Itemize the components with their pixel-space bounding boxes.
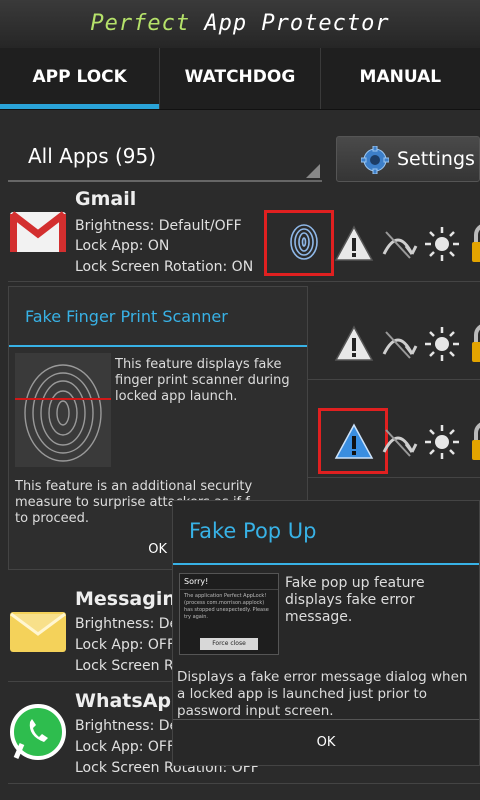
ok-button[interactable]: OK xyxy=(173,719,479,765)
app-filter-value: All Apps (95) xyxy=(28,144,157,168)
dropdown-arrow-icon xyxy=(306,164,320,178)
tab-watchdog[interactable]: WATCHDOG xyxy=(160,48,321,109)
app-rotation-status: Lock Screen Rotation: ON xyxy=(75,259,254,275)
gear-icon xyxy=(361,146,389,174)
app-row-gmail[interactable]: Gmail Brightness: Default/OFF Lock App: … xyxy=(8,186,480,282)
app-lock-status: Lock App: ON xyxy=(75,238,170,254)
fake-error-preview: Sorry! The application Perfect AppLock! … xyxy=(179,573,279,655)
rotation-lock-icon[interactable] xyxy=(378,324,418,364)
fingerprint-icon[interactable] xyxy=(284,222,324,262)
warning-blue-icon[interactable] xyxy=(334,422,374,462)
gmail-icon xyxy=(9,211,67,252)
messaging-icon xyxy=(10,612,66,652)
dialog-divider xyxy=(9,345,307,347)
app-brightness: Brightness: De xyxy=(75,616,179,632)
dialog-detail: Displays a fake error message dialog whe… xyxy=(177,669,468,719)
tab-app-lock[interactable]: APP LOCK xyxy=(0,48,161,109)
app-feature-icons xyxy=(278,284,480,380)
app-title-accent: Perfect xyxy=(90,11,191,36)
dialog-divider xyxy=(173,563,479,565)
lock-icon[interactable] xyxy=(466,224,480,264)
brightness-icon[interactable] xyxy=(422,224,462,264)
lock-icon[interactable] xyxy=(466,324,480,364)
app-name: WhatsApp xyxy=(75,690,185,712)
rotation-lock-icon[interactable] xyxy=(378,224,418,264)
fake-popup-dialog: Fake Pop Up Sorry! The application Perfe… xyxy=(172,500,480,766)
app-header: Perfect App Protector xyxy=(0,0,480,48)
app-feature-icons xyxy=(264,186,480,282)
lock-icon[interactable] xyxy=(466,422,480,462)
app-brightness: Brightness: Default/OFF xyxy=(75,218,242,234)
tab-bar: APP LOCK WATCHDOG MANUAL xyxy=(0,48,480,110)
preview-force-close-button: Force close xyxy=(200,638,258,650)
dialog-title: Fake Finger Print Scanner xyxy=(25,307,228,326)
app-lock-status: Lock App: OFF xyxy=(75,739,176,755)
tab-manual[interactable]: MANUAL xyxy=(321,48,480,109)
preview-title: Sorry! xyxy=(180,574,278,590)
settings-button[interactable]: Settings xyxy=(336,136,480,182)
rotation-lock-icon[interactable] xyxy=(378,422,418,462)
app-title-rest: App Protector xyxy=(190,11,390,36)
fingerprint-scanner-image xyxy=(15,353,111,467)
app-brightness: Brightness: De xyxy=(75,718,179,734)
filter-bar: All Apps (95) Settings xyxy=(0,136,480,186)
app-filter-dropdown[interactable]: All Apps (95) xyxy=(8,136,322,182)
whatsapp-icon xyxy=(10,704,66,760)
warning-icon[interactable] xyxy=(334,324,374,364)
dialog-title: Fake Pop Up xyxy=(189,519,317,543)
settings-label: Settings xyxy=(397,148,475,170)
brightness-icon[interactable] xyxy=(422,422,462,462)
dialog-description: Fake pop up feature displays fake error … xyxy=(285,575,425,625)
app-lock-status: Lock App: OFF xyxy=(75,637,176,653)
app-feature-icons xyxy=(278,382,480,478)
app-title: Perfect App Protector xyxy=(90,11,389,36)
brightness-icon[interactable] xyxy=(422,324,462,364)
dialog-description: This feature displays fake finger print … xyxy=(115,357,290,404)
app-rotation-status: Lock Screen Ro xyxy=(75,658,182,674)
app-name: Gmail xyxy=(75,188,137,210)
warning-icon[interactable] xyxy=(334,224,374,264)
preview-message: The application Perfect AppLock! (proces… xyxy=(184,593,269,620)
